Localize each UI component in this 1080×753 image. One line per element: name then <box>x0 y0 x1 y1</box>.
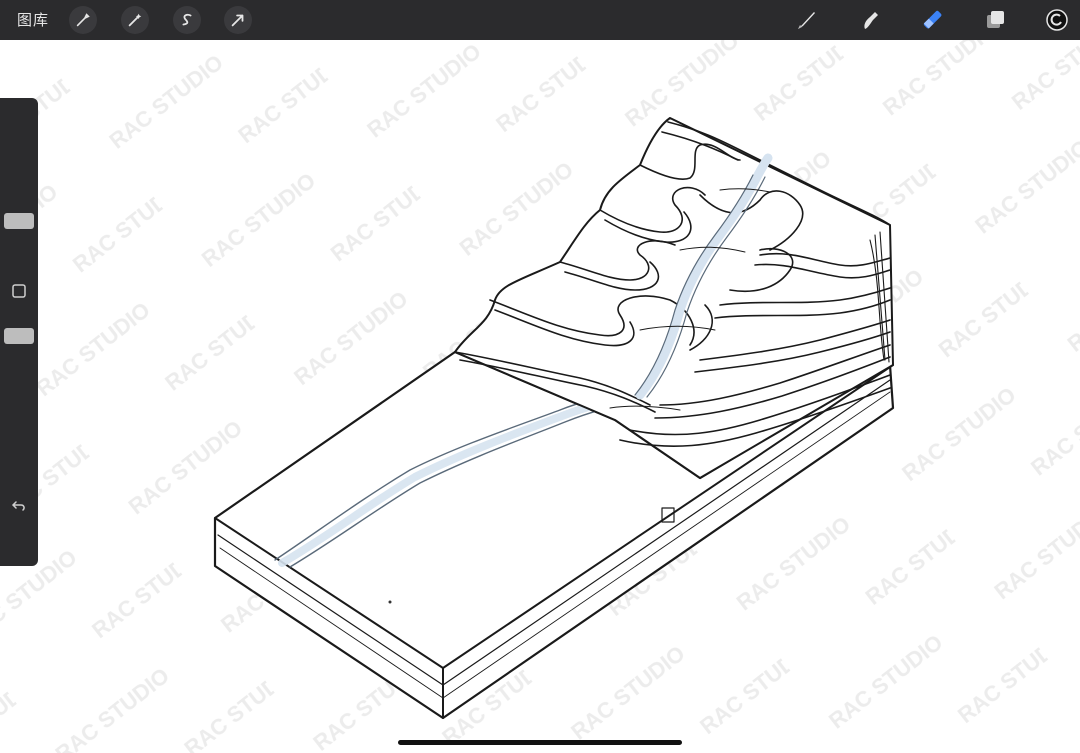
opacity-slider[interactable] <box>4 328 34 344</box>
layers-icon[interactable] <box>981 6 1009 34</box>
square-icon[interactable] <box>9 281 29 301</box>
brush-size-slider[interactable] <box>4 213 34 230</box>
color-picker-icon[interactable] <box>1043 6 1071 34</box>
top-toolbar: 图库 <box>0 0 1080 40</box>
home-indicator[interactable] <box>398 740 682 745</box>
smudge-icon[interactable] <box>856 6 884 34</box>
wrench-icon[interactable] <box>69 6 97 34</box>
eraser-icon[interactable] <box>919 6 947 34</box>
gallery-button[interactable]: 图库 <box>17 9 49 30</box>
adjustments-wand-icon[interactable] <box>121 6 149 34</box>
selection-s-icon[interactable] <box>173 6 201 34</box>
left-sidebar <box>0 98 38 566</box>
transform-arrow-icon[interactable] <box>224 6 252 34</box>
brush-icon[interactable] <box>792 6 820 34</box>
drawing-canvas[interactable]: RAC STUDIO RAC STUDIO <box>0 40 1080 753</box>
undo-icon[interactable] <box>9 496 29 516</box>
